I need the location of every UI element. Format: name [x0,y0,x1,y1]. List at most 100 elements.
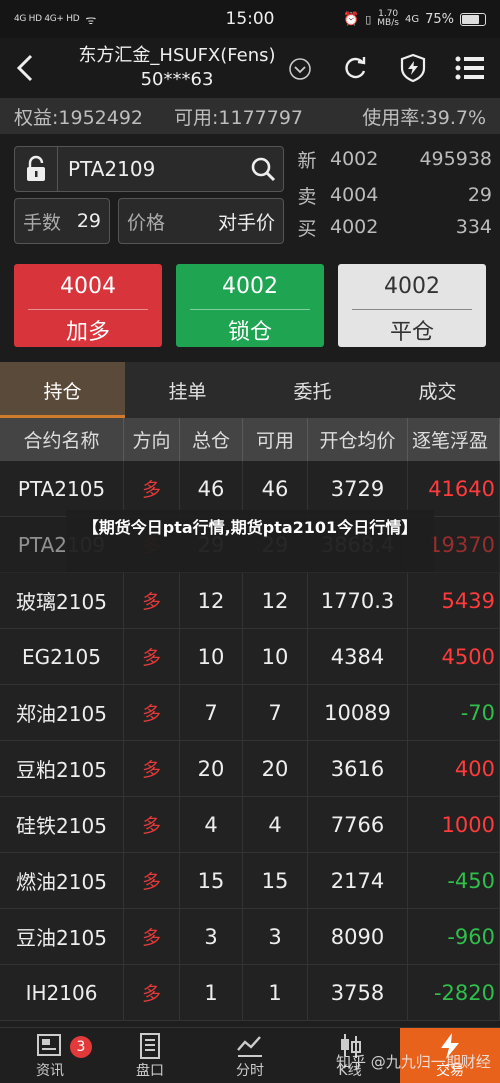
account-summary: 权益:1952492 可用:1177797 使用率:39.7% [0,98,500,134]
chevron-down-icon[interactable] [288,57,312,81]
available-cell: 7 [243,685,308,740]
direction-cell: 多 [124,741,180,796]
available-cell: 20 [243,741,308,796]
avg-price-cell: 3758 [308,965,408,1020]
avg-price-cell: 8090 [308,909,408,964]
available-cell: 4 [243,797,308,852]
contract-cell: 郑油2105 [0,685,124,740]
line-chart-icon [237,1036,262,1057]
avg-price-cell: 3616 [308,741,408,796]
clock: 15:00 [225,9,275,29]
quantity-field[interactable]: 手数 29 [14,198,110,244]
table-row[interactable]: IH2106 多 1 1 3758 -2820 [0,965,500,1021]
contract-cell: 燃油2105 [0,853,124,908]
battery-icon [460,12,486,26]
notification-badge: 3 [70,1036,92,1058]
direction-cell: 多 [124,965,180,1020]
available-cell: 1 [243,965,308,1020]
table-row[interactable]: PTA2105 多 46 46 3729 41640 [0,461,500,517]
article-caption: 【期货今日pta行情,期货pta2101今日行情】 [66,510,434,572]
col-contract[interactable]: 合约名称 [0,418,124,461]
available-cell: 12 [243,573,308,628]
total-cell: 4 [180,797,243,852]
direction-cell: 多 [124,909,180,964]
table-row[interactable]: 燃油2105 多 15 15 2174 -450 [0,853,500,909]
total-cell: 12 [180,573,243,628]
pnl-cell: 41640 [408,461,500,516]
contract-cell: IH2106 [0,965,124,1020]
positions-table-header: 合约名称 方向 总仓 可用 开仓均价 逐笔浮盈 [0,418,500,461]
back-button[interactable] [10,50,40,86]
direction-cell: 多 [124,461,180,516]
flash-order-button[interactable] [398,53,428,83]
contract-input[interactable]: PTA2109 [58,146,284,192]
nav-news[interactable]: 资讯 3 [0,1028,100,1083]
available-cell: 10 [243,629,308,684]
buy-long-button[interactable]: 4004 加多 [14,264,162,347]
table-row[interactable]: 郑油2105 多 7 7 10089 -70 [0,685,500,741]
available-cell: 3 [243,909,308,964]
col-total[interactable]: 总仓 [180,418,243,461]
total-cell: 15 [180,853,243,908]
search-icon[interactable] [249,155,277,183]
pnl-cell: -2820 [408,965,500,1020]
contract-cell: EG2105 [0,629,124,684]
table-row[interactable]: 玻璃2105 多 12 12 1770.3 5439 [0,573,500,629]
pnl-cell: -450 [408,853,500,908]
tab-trades[interactable]: 成交 [375,362,500,418]
col-avg-price[interactable]: 开仓均价 [308,418,408,461]
menu-button[interactable] [455,53,485,83]
lock-contract-button[interactable] [14,146,58,192]
orderbook-icon [140,1033,160,1059]
total-cell: 3 [180,909,243,964]
total-cell: 46 [180,461,243,516]
total-cell: 10 [180,629,243,684]
available-value: 可用:1177797 [174,106,304,129]
avg-price-cell: 3729 [308,461,408,516]
direction-cell: 多 [124,573,180,628]
lock-position-button[interactable]: 4002 锁仓 [176,264,324,347]
table-row[interactable]: EG2105 多 10 10 4384 4500 [0,629,500,685]
app-header: 东方汇金_HSUFX(Fens) 50***63 [0,38,500,98]
tab-positions[interactable]: 持仓 [0,362,125,418]
avg-price-cell: 2174 [308,853,408,908]
quote-ask: 卖 4004 29 [297,184,492,208]
watermark: 知乎 @九九归一期财经 [336,1053,491,1071]
direction-cell: 多 [124,797,180,852]
status-bar: 4G HD 4G+ HD ᯤ 15:00 ⏰ ▯ 1.70 MB/s 4G 75% [0,0,500,38]
refresh-icon [345,57,366,79]
tab-pending[interactable]: 挂单 [125,362,250,418]
table-row[interactable]: 硅铁2105 多 4 4 7766 1000 [0,797,500,853]
pnl-cell: 5439 [408,573,500,628]
total-cell: 1 [180,965,243,1020]
pnl-cell: -70 [408,685,500,740]
pnl-cell: 1000 [408,797,500,852]
position-tabs: 持仓 挂单 委托 成交 [0,362,500,418]
avg-price-cell: 4384 [308,629,408,684]
table-row[interactable]: 豆粕2105 多 20 20 3616 400 [0,741,500,797]
direction-cell: 多 [124,629,180,684]
usage-rate: 使用率:39.7% [362,106,486,129]
direction-cell: 多 [124,853,180,908]
col-float-pnl[interactable]: 逐笔浮盈 [408,418,500,461]
pnl-cell: 4500 [408,629,500,684]
col-available[interactable]: 可用 [243,418,308,461]
avg-price-cell: 1770.3 [308,573,408,628]
chevron-left-icon [16,54,33,82]
avg-price-cell: 10089 [308,685,408,740]
contract-cell: PTA2105 [0,461,124,516]
tab-orders[interactable]: 委托 [250,362,375,418]
table-row[interactable]: 豆油2105 多 3 3 8090 -960 [0,909,500,965]
col-direction[interactable]: 方向 [124,418,180,461]
unlock-icon [27,155,45,181]
nav-orderbook[interactable]: 盘口 [100,1028,200,1083]
price-field[interactable]: 价格 对手价 [118,198,284,244]
refresh-button[interactable] [340,53,370,83]
available-cell: 15 [243,853,308,908]
contract-cell: 豆粕2105 [0,741,124,796]
close-position-button[interactable]: 4002 平仓 [338,264,486,347]
equity-value: 权益:1952492 [14,106,144,129]
nav-intraday[interactable]: 分时 [200,1028,300,1083]
account-title[interactable]: 东方汇金_HSUFX(Fens) 50***63 [52,44,302,92]
total-cell: 7 [180,685,243,740]
